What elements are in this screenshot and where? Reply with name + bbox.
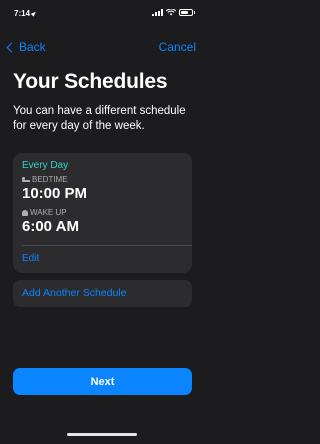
- back-label: Back: [19, 40, 46, 54]
- wifi-icon: [165, 9, 176, 16]
- bell-icon: [22, 209, 28, 216]
- add-schedule-label: Add Another Schedule: [22, 287, 127, 299]
- schedule-card: Every Day BEDTIME 10:00 PM WAKE UP 6:00 …: [13, 153, 192, 273]
- battery-cap: [193, 11, 195, 14]
- bedtime-value: 10:00 PM: [22, 185, 88, 202]
- navigation-bar: Back Cancel: [0, 39, 205, 57]
- signal-icon: [151, 9, 163, 16]
- schedule-day: Every Day: [22, 160, 69, 171]
- add-schedule-button[interactable]: Add Another Schedule: [13, 280, 192, 307]
- cancel-button[interactable]: Cancel: [159, 40, 196, 54]
- wakeup-label-row: WAKE UP: [22, 208, 67, 217]
- battery-icon: [178, 9, 193, 16]
- next-button[interactable]: Next: [13, 368, 192, 395]
- bedtime-label-row: BEDTIME: [22, 175, 68, 184]
- page-subtitle: You can have a different schedule for ev…: [13, 105, 186, 132]
- wakeup-label: WAKE UP: [30, 208, 67, 217]
- page-title: Your Schedules: [13, 70, 168, 93]
- wakeup-value: 6:00 AM: [22, 218, 79, 235]
- home-indicator[interactable]: [67, 433, 137, 436]
- edit-button[interactable]: Edit: [22, 253, 39, 264]
- bedtime-label: BEDTIME: [32, 175, 68, 184]
- status-indicators: [151, 9, 195, 16]
- status-bar: 7:14: [0, 0, 205, 26]
- location-arrow-icon: [30, 10, 38, 17]
- chevron-left-icon: [6, 42, 17, 52]
- status-time-group: 7:14: [14, 9, 38, 18]
- divider: [22, 245, 192, 246]
- back-button[interactable]: Back: [6, 40, 46, 54]
- bed-icon: [22, 177, 30, 182]
- status-time: 7:14: [14, 9, 31, 18]
